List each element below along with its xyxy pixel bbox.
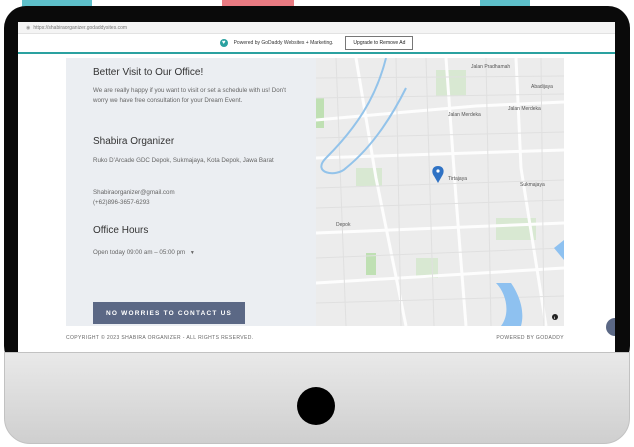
footer: COPYRIGHT © 2023 SHABIRA ORGANIZER - ALL… [66,335,564,341]
org-address: Ruko D'Arcade GDC Depok, Sukmajaya, Kota… [93,157,274,164]
map-label: Jalan Pradhamah [471,64,510,70]
visit-heading: Better Visit to Our Office! [93,67,204,78]
map-label: Tirtajaya [448,176,467,182]
chevron-down-icon: ▼ [189,250,195,256]
map-label: Abadijaya [531,84,553,90]
godaddy-banner: ♥ Powered by GoDaddy Websites + Marketin… [18,34,615,54]
godaddy-logo-icon: ♥ [219,39,228,47]
powered-by-link[interactable]: POWERED BY GODADDY [496,335,564,341]
address-bar[interactable]: ◉ https://shabiraorganizer.godaddysites.… [18,22,615,34]
svg-text:i: i [554,315,555,320]
map-label: Jalan Merdeka [508,106,541,112]
copyright-text: COPYRIGHT © 2023 SHABIRA ORGANIZER - ALL… [66,335,254,341]
upgrade-button[interactable]: Upgrade to Remove Ad [345,36,414,50]
banner-text: Powered by GoDaddy Websites + Marketing. [233,40,334,46]
monitor-camera-hole [297,387,335,425]
org-phone[interactable]: (+62)896-3657-6293 [93,198,150,208]
url-text: https://shabiraorganizer.godaddysites.co… [33,24,128,31]
visit-body: We are really happy if you want to visit… [93,87,286,104]
hours-heading: Office Hours [93,225,149,236]
map-canvas: Jalan Pradhamah Abadijaya Jalan Merdeka … [316,58,564,326]
org-email[interactable]: Shabiraorganizer@gmail.com [93,188,175,198]
contact-panel: Better Visit to Our Office! We are reall… [66,58,316,326]
org-name: Shabira Organizer [93,136,175,147]
hours-today[interactable]: Open today 09:00 am – 05:00 pm ▼ [93,248,195,258]
map-label: Depok [336,222,351,228]
chat-widget-button[interactable] [606,318,615,336]
map[interactable]: Jalan Pradhamah Abadijaya Jalan Merdeka … [316,58,564,326]
map-label: Jalan Merdeka [448,112,481,118]
hours-text: Open today 09:00 am – 05:00 pm [93,249,186,256]
browser-screen: ◉ https://shabiraorganizer.godaddysites.… [18,22,615,352]
lock-icon: ◉ [26,24,31,31]
map-label: Sukmajaya [520,182,545,188]
contact-us-button[interactable]: NO WORRIES TO CONTACT US [93,302,245,324]
